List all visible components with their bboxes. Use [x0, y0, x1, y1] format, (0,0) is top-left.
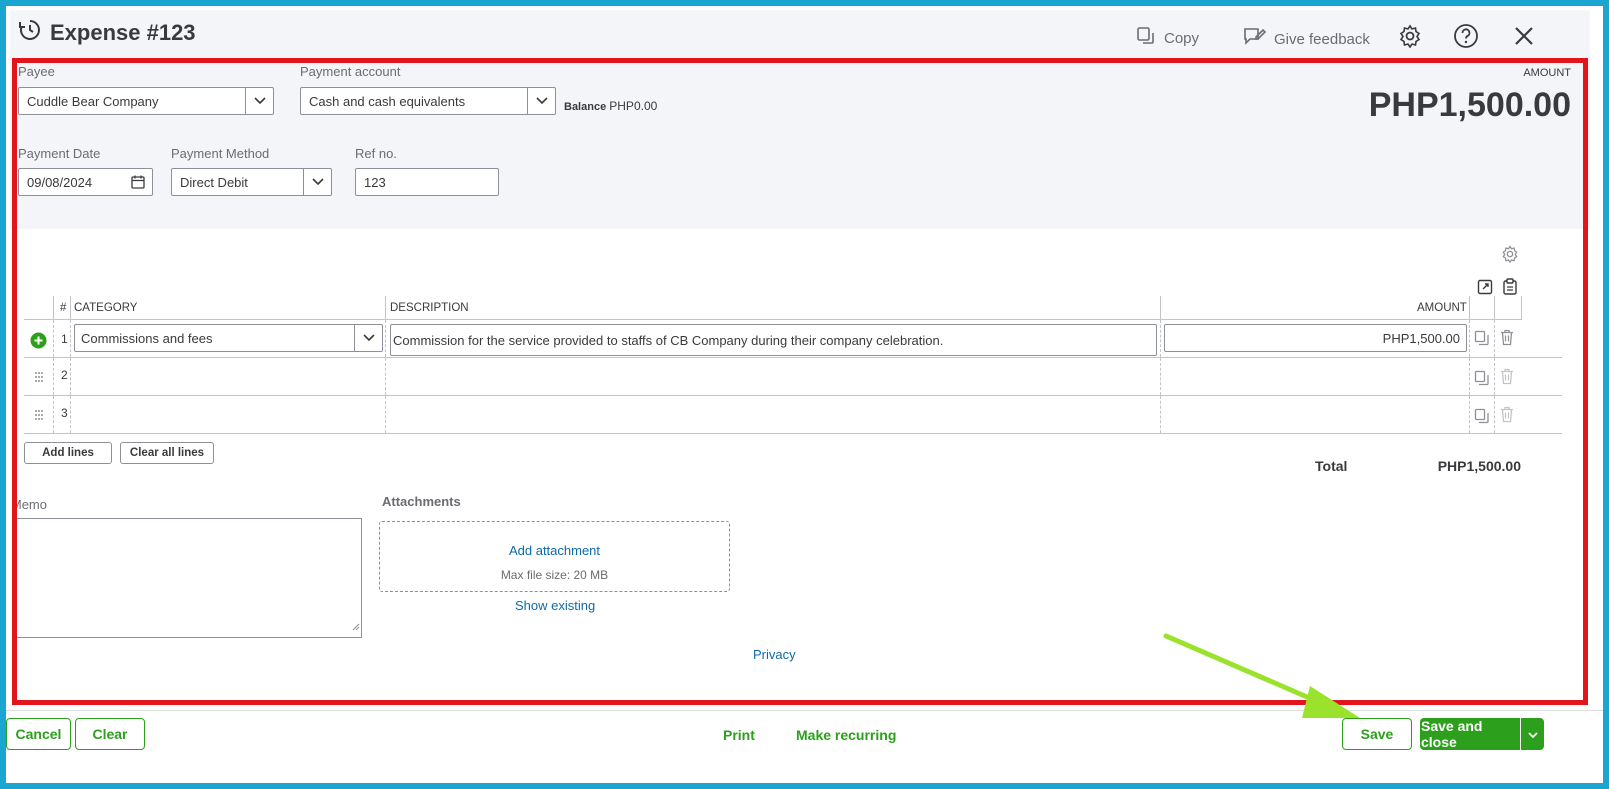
feedback-icon: [1242, 26, 1267, 52]
payment-method-value: Direct Debit: [180, 174, 248, 190]
col-header-category: CATEGORY: [74, 302, 138, 314]
trash-icon[interactable]: [1500, 368, 1514, 390]
balance-value: PHP0.00: [609, 99, 658, 113]
privacy-link[interactable]: Privacy: [753, 647, 796, 662]
clear-button[interactable]: Clear: [75, 718, 145, 750]
chevron-down-icon[interactable]: [527, 88, 555, 114]
payment-account-value: Cash and cash equivalents: [309, 93, 466, 109]
col-header-amount: AMOUNT: [1417, 302, 1467, 314]
memo-label: Memo: [17, 497, 47, 512]
table-settings-icon[interactable]: [1501, 245, 1519, 268]
amount-total-display: PHP1,500.00: [1368, 86, 1571, 124]
amount-input[interactable]: PHP1,500.00: [1164, 324, 1467, 352]
copy-line-icon[interactable]: [1474, 330, 1490, 351]
chevron-down-icon[interactable]: [245, 88, 273, 114]
title-area: Expense #123: [18, 18, 196, 47]
payee-value: Cuddle Bear Company: [27, 93, 159, 109]
copy-line-icon[interactable]: [1474, 408, 1490, 429]
drag-handle-icon[interactable]: [34, 370, 44, 388]
payment-date-value: 09/08/2024: [27, 174, 93, 190]
copy-icon: [1136, 26, 1156, 50]
payee-label: Payee: [18, 64, 55, 79]
close-icon: [1513, 25, 1535, 52]
trash-icon[interactable]: [1500, 329, 1514, 351]
row-number: 3: [61, 406, 68, 420]
add-attachment-link[interactable]: Add attachment: [380, 543, 729, 558]
drag-handle-icon[interactable]: [34, 408, 44, 426]
attachment-dropzone[interactable]: Add attachment Max file size: 20 MB: [379, 521, 730, 592]
payment-method-label: Payment Method: [171, 146, 270, 161]
print-link[interactable]: Print: [723, 727, 755, 743]
amount-value: PHP1,500.00: [1382, 330, 1460, 346]
payment-date-label: Payment Date: [18, 146, 101, 161]
payment-date-input[interactable]: 09/08/2024: [18, 168, 153, 196]
description-value: Commission for the service provided to s…: [393, 332, 944, 348]
settings-button[interactable]: [1396, 24, 1424, 52]
payee-select[interactable]: Cuddle Bear Company: [18, 87, 274, 115]
history-icon[interactable]: [18, 18, 42, 47]
table-row[interactable]: 1 Commissions and fees Commission for th…: [24, 320, 1562, 358]
ref-no-value: 123: [364, 174, 386, 190]
attachments-label: Attachments: [382, 494, 461, 509]
memo-textarea[interactable]: [14, 518, 362, 638]
max-file-size-text: Max file size: 20 MB: [500, 568, 609, 582]
category-value: Commissions and fees: [81, 330, 213, 346]
add-lines-button[interactable]: Add lines: [24, 442, 112, 464]
payment-account-label: Payment account: [300, 64, 401, 79]
make-recurring-link[interactable]: Make recurring: [796, 727, 896, 743]
header: Expense #123 Copy Give feedback: [10, 10, 1590, 58]
category-select[interactable]: Commissions and fees: [74, 324, 383, 352]
ref-no-input[interactable]: 123: [355, 168, 499, 196]
cancel-button[interactable]: Cancel: [6, 718, 71, 750]
table-row[interactable]: 2: [24, 358, 1562, 396]
chevron-down-icon[interactable]: [303, 169, 331, 195]
balance-label: Balance: [564, 101, 607, 113]
annotation-arrow: [1163, 633, 1360, 718]
feedback-label: Give feedback: [1274, 30, 1370, 48]
col-header-num: #: [60, 302, 67, 314]
show-existing-link[interactable]: Show existing: [515, 598, 595, 613]
save-options-button[interactable]: [1521, 718, 1544, 750]
trash-icon[interactable]: [1500, 406, 1514, 428]
chevron-down-icon[interactable]: [354, 325, 382, 351]
payment-method-select[interactable]: Direct Debit: [171, 168, 332, 196]
balance-readout: Balance PHP0.00: [564, 99, 657, 113]
give-feedback-button[interactable]: Give feedback: [1242, 26, 1370, 52]
close-button[interactable]: [1510, 24, 1538, 52]
add-row-icon[interactable]: [30, 332, 47, 354]
total-value: PHP1,500.00: [1437, 458, 1521, 474]
row-number: 1: [61, 332, 68, 346]
ref-no-label: Ref no.: [355, 146, 397, 161]
copy-label: Copy: [1164, 29, 1200, 47]
copy-button[interactable]: Copy: [1136, 26, 1199, 50]
table-header-row: [24, 302, 1521, 320]
description-input[interactable]: Commission for the service provided to s…: [390, 324, 1157, 356]
paste-icon[interactable]: [1502, 278, 1518, 300]
col-header-description: DESCRIPTION: [390, 302, 469, 314]
memo-label-clip: Memo: [17, 496, 47, 514]
calendar-icon[interactable]: [131, 175, 145, 192]
expense-form-top: [10, 58, 1590, 229]
chevron-down-icon: [1527, 726, 1538, 742]
resize-handle-icon[interactable]: [352, 618, 360, 636]
clear-all-lines-button[interactable]: Clear all lines: [120, 442, 214, 464]
total-label: Total: [1315, 458, 1348, 474]
row-number: 2: [61, 368, 68, 382]
save-and-close-button[interactable]: Save and close: [1420, 718, 1520, 750]
export-icon[interactable]: [1477, 279, 1493, 300]
page-title: Expense #123: [50, 19, 196, 45]
table-row[interactable]: 3: [24, 396, 1562, 434]
help-icon: [1453, 23, 1479, 54]
copy-line-icon[interactable]: [1474, 370, 1490, 391]
amount-caption: AMOUNT: [1523, 67, 1571, 79]
payment-account-select[interactable]: Cash and cash equivalents: [300, 87, 556, 115]
help-button[interactable]: [1452, 23, 1480, 54]
gear-icon: [1398, 24, 1422, 53]
